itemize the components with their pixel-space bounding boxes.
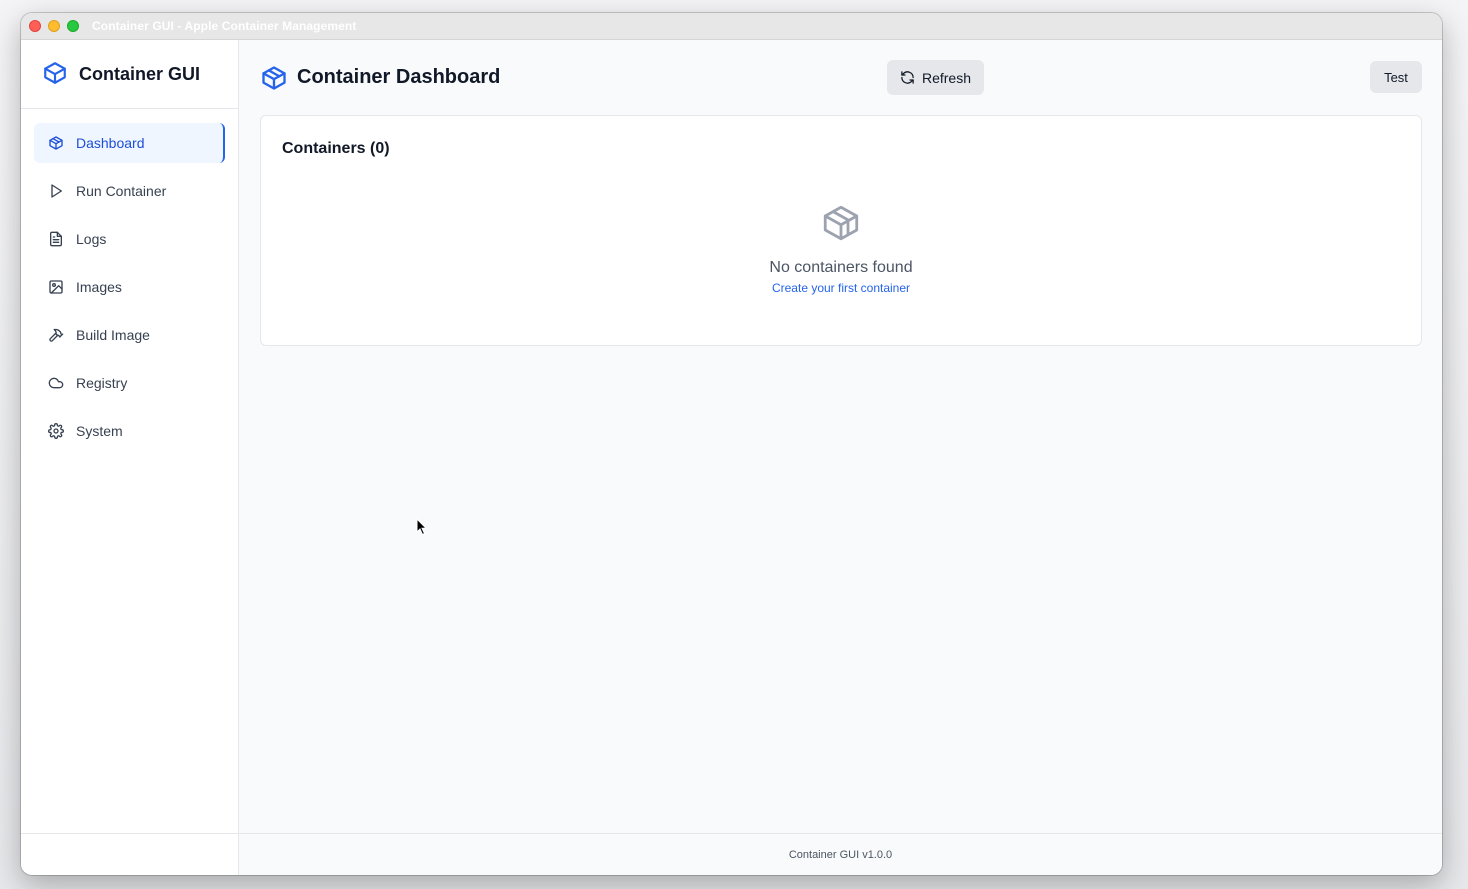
app-name: Container GUI	[79, 64, 201, 84]
sidebar-item-registry[interactable]: Registry	[34, 363, 225, 403]
containers-title: Containers (0)	[282, 140, 390, 157]
app-footer: Container GUI v1.0.0	[239, 833, 1442, 875]
sidebar-item-label: Images	[76, 279, 122, 295]
package-icon	[262, 66, 286, 90]
sidebar-nav: Dashboard Run Container Logs Images Buil…	[34, 123, 225, 459]
sidebar-item-label: Build Image	[76, 327, 150, 343]
sidebar-item-dashboard[interactable]: Dashboard	[34, 123, 225, 163]
page-title: Container Dashboard	[297, 66, 501, 88]
test-button-label: Test	[1384, 69, 1408, 85]
sidebar-item-label: System	[76, 423, 123, 439]
cloud-icon	[48, 377, 64, 389]
sidebar-item-label: Run Container	[76, 183, 167, 199]
close-window-button[interactable]	[29, 20, 41, 32]
play-icon	[51, 184, 62, 198]
package-icon	[823, 205, 859, 241]
gear-icon	[48, 423, 64, 439]
refresh-button-label: Refresh	[921, 69, 972, 86]
empty-state-message: No containers found	[769, 259, 913, 276]
sidebar-item-build-image[interactable]: Build Image	[34, 315, 225, 355]
image-icon	[49, 280, 63, 294]
sidebar-item-label: Logs	[76, 231, 107, 247]
sidebar-item-run-container[interactable]: Run Container	[34, 171, 225, 211]
version-text: Container GUI v1.0.0	[788, 848, 893, 861]
sidebar: Container GUI Dashboard Run Container Lo…	[21, 40, 239, 875]
minimize-window-button[interactable]	[48, 20, 60, 32]
test-button[interactable]: Test	[1370, 61, 1422, 93]
refresh-icon	[901, 71, 914, 84]
main-content: Container Dashboard Refresh Test Contain…	[239, 40, 1442, 875]
mouse-cursor-icon	[416, 518, 428, 536]
window-title: Container GUI - Apple Container Manageme…	[92, 19, 357, 33]
sidebar-item-logs[interactable]: Logs	[34, 219, 225, 259]
sidebar-item-label: Registry	[76, 375, 128, 391]
hammer-icon	[49, 328, 64, 342]
file-text-icon	[50, 231, 62, 247]
refresh-button[interactable]: Refresh	[887, 60, 984, 95]
app-window: Container GUI - Apple Container Manageme…	[21, 13, 1442, 875]
sidebar-item-label: Dashboard	[76, 135, 145, 151]
title-bar[interactable]: Container GUI - Apple Container Manageme…	[21, 13, 1442, 40]
containers-card: Containers (0) No containers found Creat…	[260, 115, 1422, 346]
package-icon	[44, 62, 66, 84]
sidebar-item-images[interactable]: Images	[34, 267, 225, 307]
sidebar-brand: Container GUI	[21, 40, 238, 109]
maximize-window-button[interactable]	[67, 20, 79, 32]
sidebar-item-system[interactable]: System	[34, 411, 225, 451]
package-icon	[49, 136, 63, 150]
sidebar-footer	[21, 833, 238, 875]
create-container-link[interactable]: Create your first container	[261, 281, 1421, 295]
